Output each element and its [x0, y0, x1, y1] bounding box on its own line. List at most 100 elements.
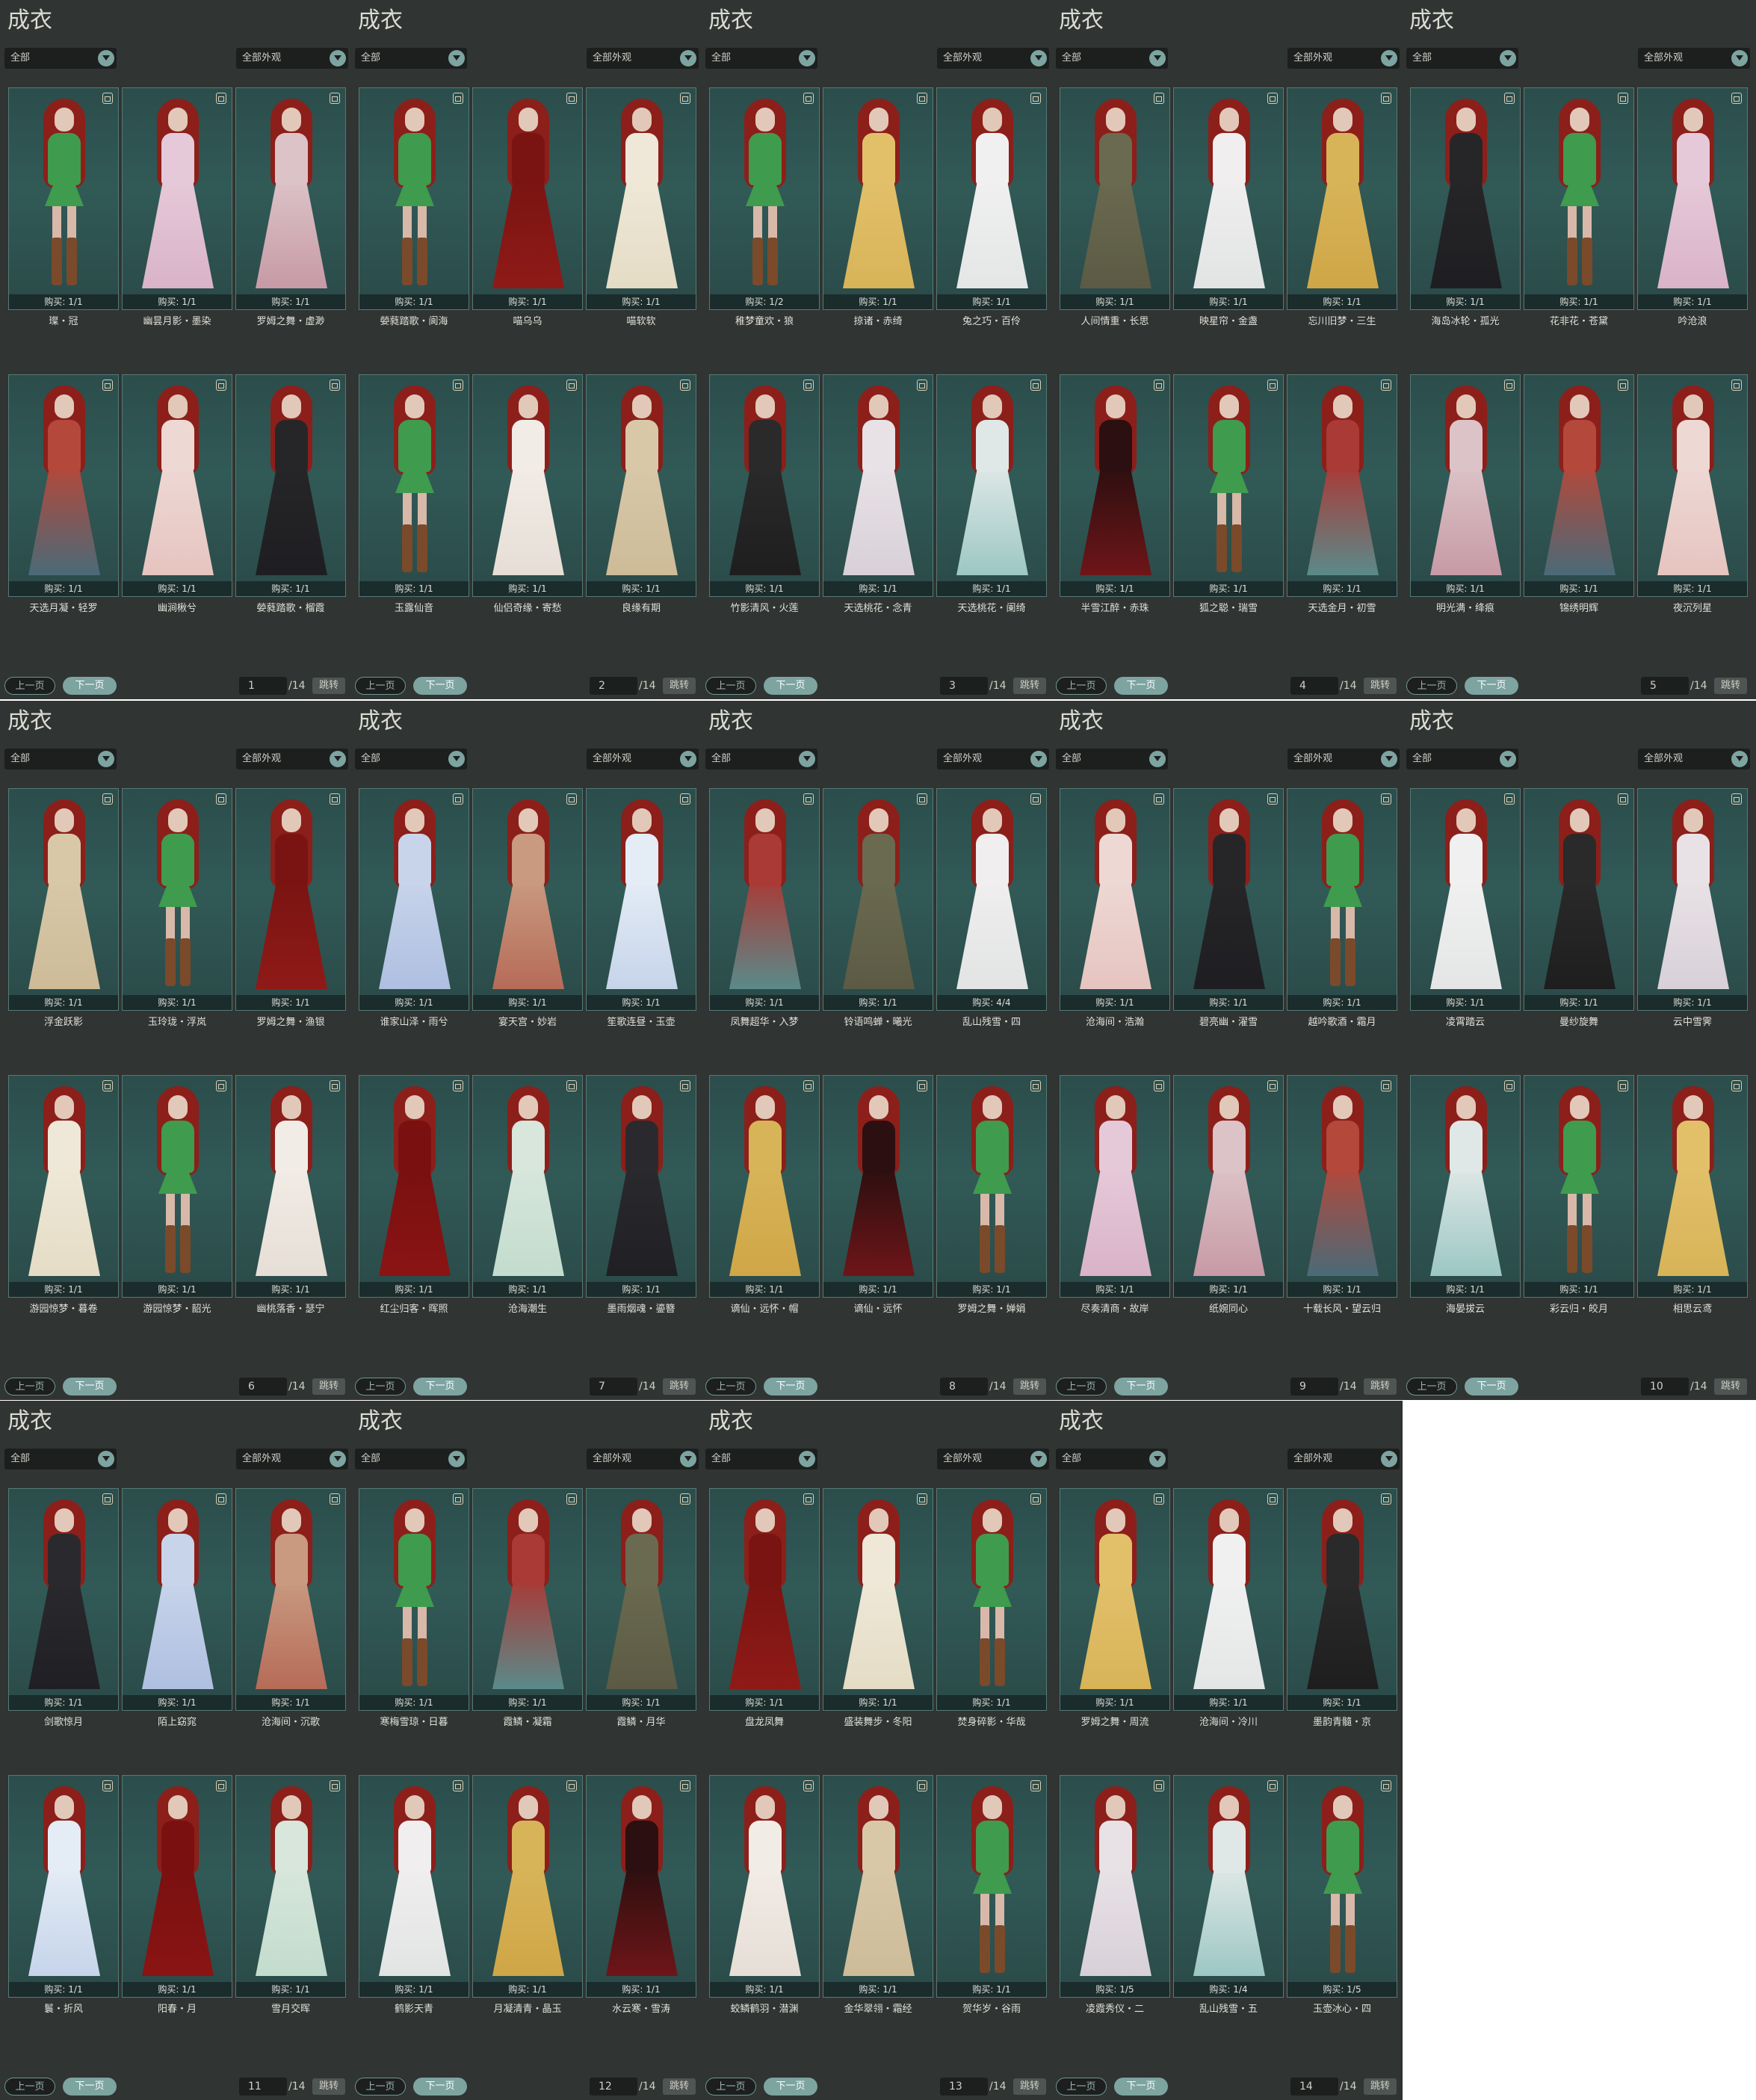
next-page-button[interactable]: 下一页 [1114, 1378, 1168, 1396]
wardrobe-icon[interactable] [803, 380, 814, 391]
outfit-card[interactable]: 购买: 1/1 [1060, 1075, 1170, 1298]
page-number-input[interactable]: 10 [1641, 1378, 1689, 1396]
wardrobe-icon[interactable] [917, 380, 927, 391]
wardrobe-icon[interactable] [803, 1493, 814, 1505]
wardrobe-icon[interactable] [1618, 380, 1628, 391]
wardrobe-icon[interactable] [917, 1493, 927, 1505]
wardrobe-icon[interactable] [566, 380, 577, 391]
outfit-card[interactable]: 购买: 1/1 [235, 1775, 346, 1998]
outfit-card[interactable]: 购买: 1/1 [586, 87, 696, 310]
outfit-card[interactable]: 购买: 1/1 [1637, 788, 1748, 1011]
wardrobe-icon[interactable] [1030, 1780, 1041, 1791]
outfit-card[interactable]: 购买: 1/1 [1524, 1075, 1634, 1298]
jump-button[interactable]: 跳转 [1013, 1378, 1046, 1395]
wardrobe-icon[interactable] [1154, 380, 1164, 391]
outfit-card[interactable]: 购买: 1/1 [1060, 374, 1170, 597]
filter-appearance-dropdown[interactable]: 全部外观 [1287, 749, 1400, 769]
next-page-button[interactable]: 下一页 [1465, 677, 1518, 695]
outfit-card[interactable]: 购买: 1/1 [936, 1075, 1047, 1298]
outfit-card[interactable]: 购买: 1/1 [1173, 87, 1284, 310]
outfit-card[interactable]: 购买: 1/4 [1173, 1775, 1284, 1998]
outfit-card[interactable]: 购买: 1/1 [235, 1488, 346, 1711]
outfit-card[interactable]: 购买: 1/1 [359, 374, 469, 597]
next-page-button[interactable]: 下一页 [63, 1378, 117, 1396]
page-number-input[interactable]: 11 [239, 2078, 287, 2096]
next-page-button[interactable]: 下一页 [764, 2078, 817, 2096]
outfit-card[interactable]: 购买: 1/1 [1173, 1488, 1284, 1711]
outfit-card[interactable]: 购买: 1/1 [1637, 87, 1748, 310]
next-page-button[interactable]: 下一页 [764, 1378, 817, 1396]
wardrobe-icon[interactable] [680, 1780, 690, 1791]
wardrobe-icon[interactable] [1381, 1780, 1391, 1791]
outfit-card[interactable]: 购买: 1/1 [709, 1488, 820, 1711]
outfit-card[interactable]: 购买: 1/1 [359, 1488, 469, 1711]
outfit-card[interactable]: 购买: 1/1 [1287, 374, 1397, 597]
page-number-input[interactable]: 9 [1290, 1378, 1338, 1396]
wardrobe-icon[interactable] [566, 1080, 577, 1091]
outfit-card[interactable]: 购买: 1/1 [1287, 1075, 1397, 1298]
outfit-card[interactable]: 购买: 1/1 [823, 374, 933, 597]
prev-page-button[interactable]: 上一页 [1056, 677, 1107, 695]
page-number-input[interactable]: 2 [590, 677, 637, 695]
outfit-card[interactable]: 购买: 1/1 [8, 788, 119, 1011]
wardrobe-icon[interactable] [1267, 93, 1278, 104]
wardrobe-icon[interactable] [566, 1493, 577, 1505]
outfit-card[interactable]: 购买: 1/1 [472, 374, 583, 597]
next-page-button[interactable]: 下一页 [1465, 1378, 1518, 1396]
jump-button[interactable]: 跳转 [663, 1378, 696, 1395]
jump-button[interactable]: 跳转 [312, 678, 345, 694]
filter-appearance-dropdown[interactable]: 全部外观 [587, 48, 699, 69]
outfit-card[interactable]: 购买: 1/1 [1287, 87, 1397, 310]
outfit-card[interactable]: 购买: 1/1 [936, 374, 1047, 597]
wardrobe-icon[interactable] [330, 380, 340, 391]
wardrobe-icon[interactable] [216, 1493, 226, 1505]
filter-category-dropdown[interactable]: 全部 [355, 48, 467, 69]
outfit-card[interactable]: 购买: 1/1 [359, 87, 469, 310]
wardrobe-icon[interactable] [1030, 93, 1041, 104]
jump-button[interactable]: 跳转 [1364, 2078, 1397, 2095]
wardrobe-icon[interactable] [1381, 1493, 1391, 1505]
outfit-card[interactable]: 购买: 1/1 [1410, 87, 1521, 310]
outfit-card[interactable]: 购买: 1/1 [1060, 87, 1170, 310]
filter-appearance-dropdown[interactable]: 全部外观 [1638, 749, 1750, 769]
wardrobe-icon[interactable] [330, 93, 340, 104]
page-number-input[interactable]: 4 [1290, 677, 1338, 695]
outfit-card[interactable]: 购买: 1/1 [1410, 374, 1521, 597]
filter-appearance-dropdown[interactable]: 全部外观 [937, 749, 1049, 769]
next-page-button[interactable]: 下一页 [63, 677, 117, 695]
outfit-card[interactable]: 购买: 1/1 [235, 374, 346, 597]
filter-appearance-dropdown[interactable]: 全部外观 [587, 749, 699, 769]
outfit-card[interactable]: 购买: 1/1 [586, 1488, 696, 1711]
outfit-card[interactable]: 购买: 1/1 [122, 374, 232, 597]
outfit-card[interactable]: 购买: 1/1 [472, 1775, 583, 1998]
outfit-card[interactable]: 购买: 1/1 [122, 87, 232, 310]
jump-button[interactable]: 跳转 [1364, 1378, 1397, 1395]
outfit-card[interactable]: 购买: 1/1 [1173, 374, 1284, 597]
wardrobe-icon[interactable] [453, 1780, 463, 1791]
outfit-card[interactable]: 购买: 1/1 [823, 1775, 933, 1998]
outfit-card[interactable]: 购买: 1/1 [359, 788, 469, 1011]
filter-appearance-dropdown[interactable]: 全部外观 [1638, 48, 1750, 69]
outfit-card[interactable]: 购买: 1/1 [1637, 374, 1748, 597]
outfit-card[interactable]: 购买: 1/1 [823, 1488, 933, 1711]
wardrobe-icon[interactable] [1154, 93, 1164, 104]
filter-appearance-dropdown[interactable]: 全部外观 [236, 749, 348, 769]
jump-button[interactable]: 跳转 [1714, 678, 1747, 694]
outfit-card[interactable]: 购买: 1/5 [1287, 1775, 1397, 1998]
wardrobe-icon[interactable] [1731, 380, 1742, 391]
prev-page-button[interactable]: 上一页 [4, 1378, 55, 1396]
wardrobe-icon[interactable] [680, 1080, 690, 1091]
wardrobe-icon[interactable] [330, 793, 340, 805]
outfit-card[interactable]: 购买: 1/1 [1173, 788, 1284, 1011]
filter-category-dropdown[interactable]: 全部 [1406, 749, 1518, 769]
outfit-card[interactable]: 购买: 1/1 [1524, 788, 1634, 1011]
wardrobe-icon[interactable] [1381, 380, 1391, 391]
outfit-card[interactable]: 购买: 1/1 [8, 1488, 119, 1711]
filter-category-dropdown[interactable]: 全部 [705, 48, 817, 69]
outfit-card[interactable]: 购买: 1/1 [936, 1775, 1047, 1998]
wardrobe-icon[interactable] [1030, 1080, 1041, 1091]
outfit-card[interactable]: 购买: 1/1 [122, 1775, 232, 1998]
wardrobe-icon[interactable] [216, 380, 226, 391]
wardrobe-icon[interactable] [1267, 1493, 1278, 1505]
wardrobe-icon[interactable] [1618, 793, 1628, 805]
